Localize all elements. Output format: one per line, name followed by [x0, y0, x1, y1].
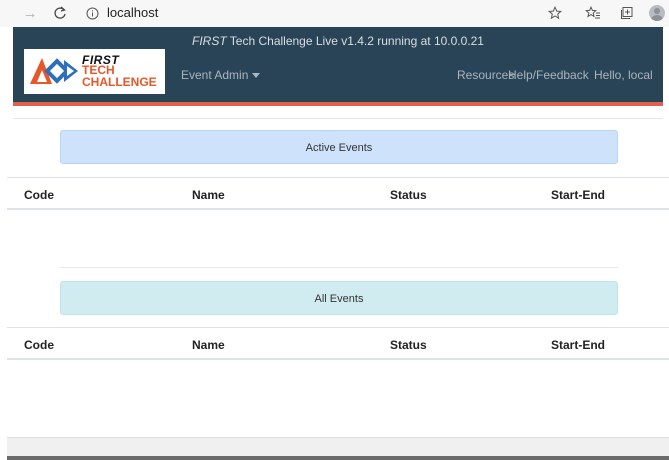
- all-events-banner: All Events: [60, 281, 618, 315]
- app-navbar: FIRST Tech Challenge Live v1.4.2 running…: [13, 27, 663, 102]
- ftc-logo[interactable]: FIRST TECH CHALLENGE: [24, 49, 165, 94]
- nav-help-feedback-link[interactable]: Help/Feedback: [508, 68, 589, 82]
- all-events-table-header: Code Name Status Start-End: [7, 327, 669, 360]
- column-header-name[interactable]: Name: [192, 338, 225, 352]
- active-events-table-header: Code Name Status Start-End: [7, 177, 669, 210]
- event-admin-label: Event Admin: [181, 68, 249, 82]
- profile-avatar-icon[interactable]: [647, 3, 667, 23]
- nav-resources-link[interactable]: Resources: [457, 68, 514, 82]
- header-accent-stripe: [13, 102, 663, 106]
- column-header-name[interactable]: Name: [192, 188, 225, 202]
- info-icon[interactable]: [82, 3, 102, 23]
- first-brand-text: FIRST: [192, 34, 227, 48]
- nav-user-greeting[interactable]: Hello, local: [594, 68, 653, 82]
- page-bottom-edge: [7, 437, 669, 460]
- column-header-start-end[interactable]: Start-End: [551, 338, 605, 352]
- divider: [13, 118, 663, 119]
- column-header-status[interactable]: Status: [390, 338, 427, 352]
- reload-icon[interactable]: [50, 3, 70, 23]
- column-header-start-end[interactable]: Start-End: [551, 188, 605, 202]
- column-header-code[interactable]: Code: [24, 188, 54, 202]
- active-events-banner: Active Events: [60, 130, 618, 164]
- collections-icon[interactable]: [617, 3, 637, 23]
- star-icon[interactable]: [545, 3, 565, 23]
- logo-challenge-text: CHALLENGE: [82, 75, 157, 89]
- version-status-text: FIRST Tech Challenge Live v1.4.2 running…: [13, 34, 663, 48]
- divider: [60, 267, 618, 268]
- back-arrow-icon[interactable]: →: [20, 3, 40, 23]
- column-header-code[interactable]: Code: [24, 338, 54, 352]
- caret-down-icon: [252, 73, 261, 79]
- running-detail-text: Tech Challenge Live v1.4.2 running at 10…: [226, 34, 484, 48]
- column-header-status[interactable]: Status: [390, 188, 427, 202]
- browser-toolbar: → localhost: [0, 0, 669, 27]
- favorites-icon[interactable]: [583, 3, 603, 23]
- event-admin-dropdown[interactable]: Event Admin: [181, 68, 261, 82]
- ftc-logo-mark-icon: [30, 58, 78, 84]
- address-bar-url[interactable]: localhost: [107, 5, 158, 20]
